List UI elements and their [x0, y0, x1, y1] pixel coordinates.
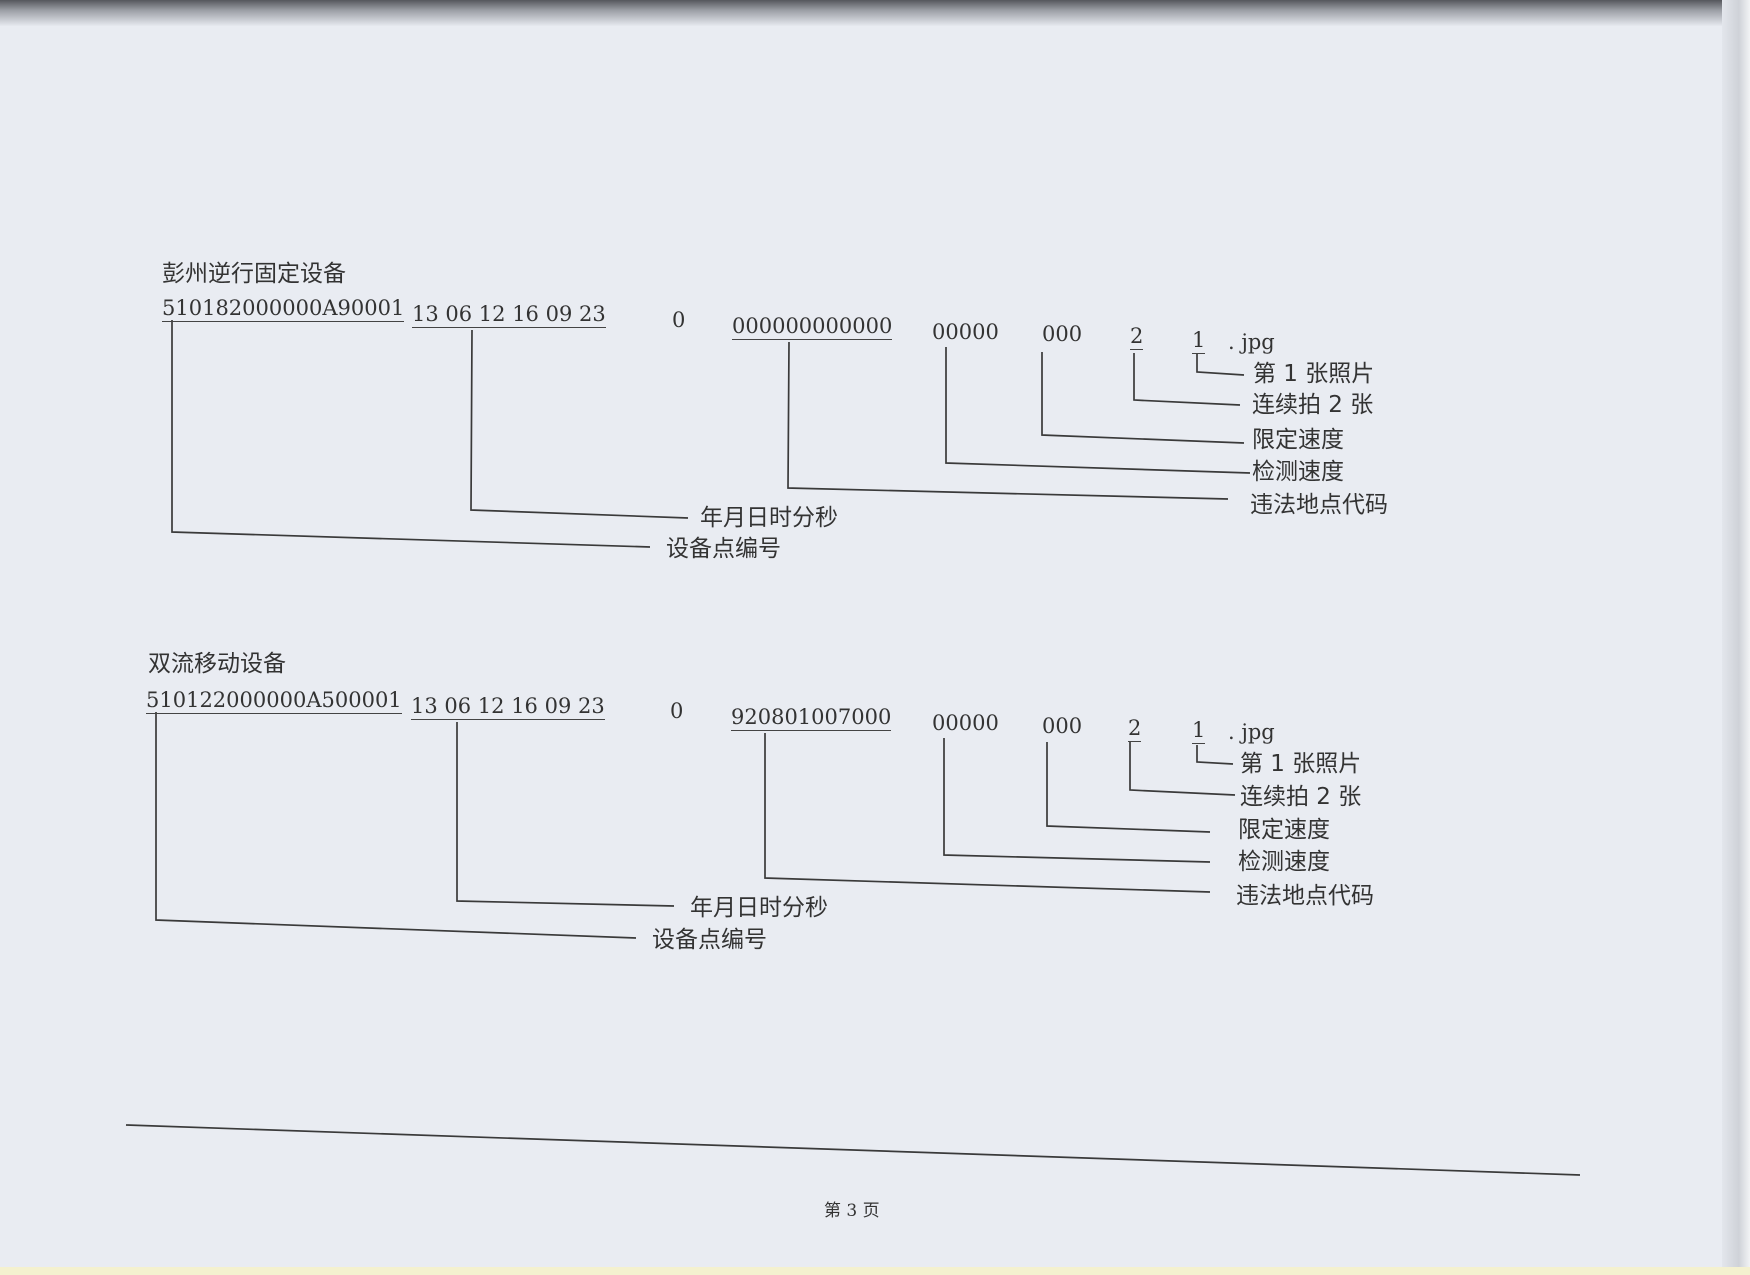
s1-label-violation-code: 违法地点代码	[1250, 492, 1388, 518]
s1-detect-connector	[945, 347, 1251, 474]
s2-index-connector	[1196, 745, 1234, 765]
s2-device-code: 510122000000A500001	[146, 688, 402, 714]
s2-count-connector	[1129, 742, 1236, 796]
page-number: 第 3 页	[824, 1201, 880, 1221]
s2-label-photo: 第 1 张照片	[1240, 751, 1362, 777]
s1-count-connector	[1133, 353, 1241, 406]
s1-index-code: 1	[1192, 328, 1206, 354]
s2-limit-code: 000	[1042, 714, 1083, 738]
s2-datetime-code: 13 06 12 16 09 23	[411, 694, 605, 720]
s1-device-code: 510182000000A90001	[162, 296, 405, 322]
s1-label-consecutive: 连续拍 2 张	[1252, 392, 1374, 418]
s2-flag-code: 0	[670, 699, 684, 723]
s2-detect-code: 00000	[932, 711, 999, 735]
s1-title: 彭州逆行固定设备	[162, 261, 346, 287]
s2-label-device: 设备点编号	[652, 927, 767, 953]
s1-extension: . jpg	[1228, 330, 1275, 354]
connector-lines	[125, 320, 1581, 1176]
s2-title: 双流移动设备	[148, 651, 286, 677]
s1-location-code: 000000000000	[732, 314, 893, 340]
s2-label-violation-code: 违法地点代码	[1236, 883, 1374, 909]
s2-detect-connector	[943, 738, 1211, 863]
s2-label-consecutive: 连续拍 2 张	[1240, 784, 1362, 810]
s1-index-connector	[1196, 353, 1245, 376]
s1-label-device: 设备点编号	[666, 536, 781, 562]
s1-label-detect-speed: 检测速度	[1252, 459, 1344, 485]
s2-limit-connector	[1046, 742, 1211, 833]
s2-label-detect-speed: 检测速度	[1238, 849, 1330, 875]
s1-count-code: 2	[1130, 324, 1144, 350]
s2-location-connector	[764, 733, 1211, 893]
s1-location-connector	[787, 341, 1229, 500]
s2-count-code: 2	[1128, 716, 1142, 742]
s1-detect-code: 00000	[932, 320, 999, 344]
s2-extension: . jpg	[1228, 720, 1275, 744]
s1-datetime-connector	[470, 329, 689, 519]
s1-label-photo: 第 1 张照片	[1253, 361, 1375, 387]
s2-label-limit-speed: 限定速度	[1238, 817, 1330, 843]
s2-location-code: 920801007000	[731, 705, 892, 731]
scanned-page: 彭州逆行固定设备 510182000000A90001 13 06 12 16 …	[0, 0, 1750, 1275]
s1-device-connector	[171, 320, 651, 548]
s1-limit-code: 000	[1042, 322, 1083, 346]
s1-label-datetime: 年月日时分秒	[700, 505, 838, 531]
s1-datetime-code: 13 06 12 16 09 23	[412, 302, 606, 328]
s1-label-limit-speed: 限定速度	[1252, 427, 1344, 453]
s1-flag-code: 0	[672, 308, 686, 332]
s2-datetime-connector	[456, 722, 675, 907]
s2-index-code: 1	[1192, 718, 1206, 744]
s2-label-datetime: 年月日时分秒	[690, 895, 828, 921]
footer-rule	[125, 1124, 1581, 1176]
s1-limit-connector	[1041, 352, 1245, 444]
